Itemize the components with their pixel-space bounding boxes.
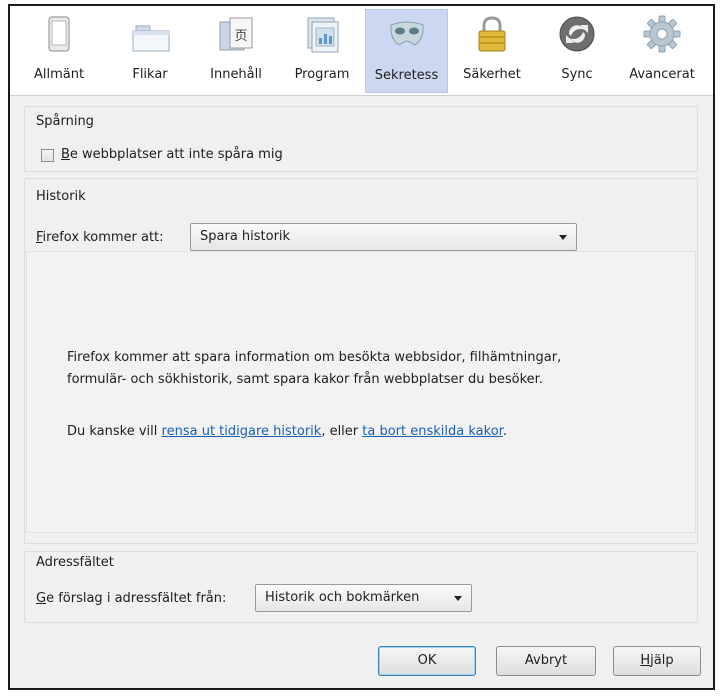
tracking-title: Spårning: [36, 114, 94, 129]
history-desc-line1: Firefox kommer att spara information om …: [67, 350, 562, 365]
links-prefix: Du kanske vill: [67, 424, 162, 439]
cancel-button[interactable]: Avbryt: [496, 646, 596, 676]
links-suffix: .: [502, 424, 507, 439]
tab-security-label: Säkerhet: [463, 67, 521, 82]
history-mode-label: Firefox kommer att:: [36, 230, 164, 245]
history-description-panel: [26, 251, 696, 533]
gear-icon: [643, 15, 681, 53]
tab-applications[interactable]: Program: [283, 9, 361, 93]
suggest-value: Historik och bokmärken: [265, 590, 420, 605]
category-toolbar: Allmänt Flikar 页 Innehåll Program Sekret…: [10, 6, 713, 96]
tab-content-label: Innehåll: [210, 67, 262, 82]
history-mode-value: Spara historik: [200, 229, 291, 244]
lock-icon: [478, 16, 506, 52]
history-links-text: Du kanske vill rensa ut tidigare histori…: [67, 424, 507, 439]
chevron-down-icon: [559, 235, 567, 240]
tab-advanced[interactable]: Avancerat: [618, 9, 706, 93]
help-accesskey: H: [640, 653, 651, 668]
tab-sync[interactable]: Sync: [540, 9, 614, 93]
ok-button[interactable]: OK: [378, 646, 476, 676]
suggest-label: Ge förslag i adressfältet från:: [36, 591, 226, 606]
dnt-label-text: e webbplatser att inte spåra mig: [69, 147, 283, 162]
tab-applications-label: Program: [294, 67, 350, 82]
history-mode-dropdown[interactable]: Spara historik: [190, 223, 577, 251]
location-bar-title: Adressfältet: [36, 555, 114, 570]
history-title: Historik: [36, 189, 86, 204]
tab-sync-label: Sync: [561, 67, 593, 82]
tab-tabs-label: Flikar: [132, 67, 168, 82]
general-icon: [48, 16, 70, 52]
remove-cookies-link[interactable]: ta bort enskilda kakor: [362, 424, 503, 439]
dnt-label[interactable]: Be webbplatser att inte spåra mig: [61, 147, 283, 162]
clear-history-link[interactable]: rensa ut tidigare historik: [162, 424, 322, 439]
dnt-checkbox[interactable]: [41, 149, 54, 162]
history-desc-line2: formulär- och sökhistorik, samt spara ka…: [67, 372, 543, 387]
links-mid: , eller: [321, 424, 363, 439]
content-icon: 页: [219, 17, 253, 51]
suggest-accesskey: G: [36, 591, 47, 606]
svg-text:页: 页: [234, 29, 247, 44]
tab-general[interactable]: Allmänt: [24, 9, 94, 93]
help-text: jälp: [650, 653, 674, 668]
suggest-text: e förslag i adressfältet från:: [46, 591, 227, 606]
history-description: Firefox kommer att spara information om …: [67, 347, 561, 391]
help-button[interactable]: Hjälp: [613, 646, 701, 676]
tab-general-label: Allmänt: [33, 67, 85, 82]
chevron-down-icon: [454, 596, 462, 601]
tab-privacy[interactable]: Sekretess: [365, 9, 448, 93]
dnt-label-accesskey: B: [61, 147, 70, 162]
tab-advanced-label: Avancerat: [629, 67, 695, 82]
history-mode-text: irefox kommer att:: [42, 230, 164, 245]
tabs-icon: [132, 25, 170, 52]
tab-security[interactable]: Säkerhet: [452, 9, 532, 93]
sync-icon: [559, 16, 595, 52]
suggest-dropdown[interactable]: Historik och bokmärken: [255, 584, 472, 612]
mask-icon: [389, 21, 424, 46]
tab-privacy-label: Sekretess: [374, 68, 439, 83]
tab-tabs[interactable]: Flikar: [112, 9, 188, 93]
tracking-group: [24, 106, 698, 172]
tab-content[interactable]: 页 Innehåll: [195, 9, 277, 93]
preferences-window: Allmänt Flikar 页 Innehåll Program Sekret…: [8, 4, 715, 690]
applications-icon: [307, 17, 339, 53]
